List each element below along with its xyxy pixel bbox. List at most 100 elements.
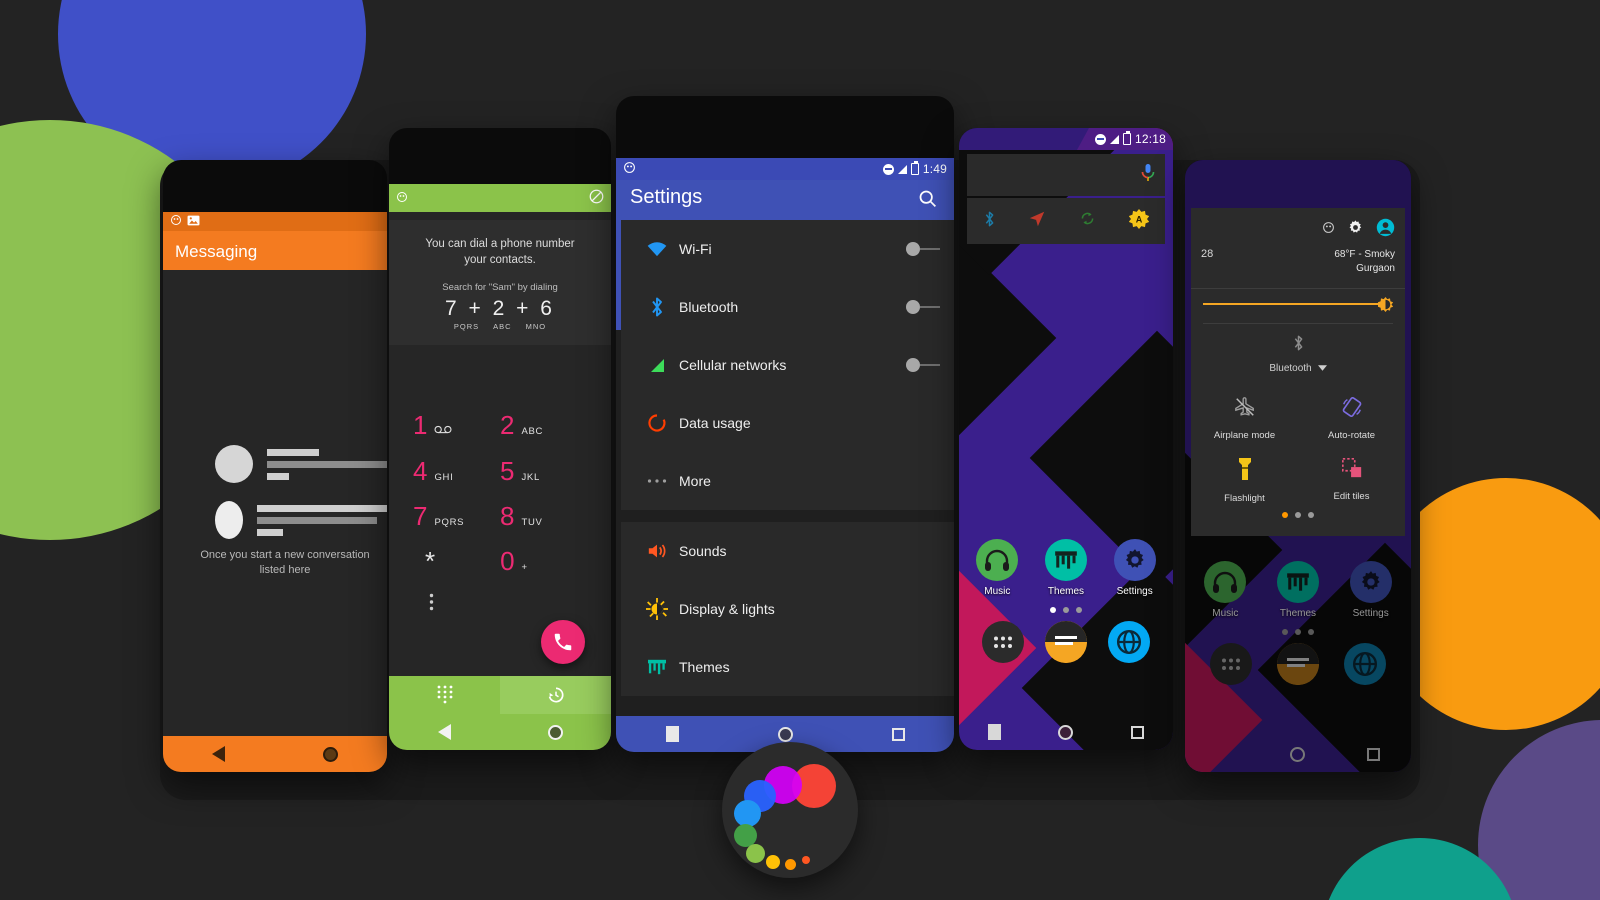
settings-row-wifi[interactable]: Wi-Fi <box>621 220 954 278</box>
bluetooth-icon[interactable] <box>984 210 995 233</box>
sync-icon[interactable] <box>1079 210 1096 232</box>
dialpad-key-2[interactable]: 2 ABC <box>500 412 587 439</box>
letters-mno: MNO <box>525 322 547 331</box>
settings-row-sounds[interactable]: Sounds <box>621 522 954 580</box>
bluetooth-toggle[interactable] <box>906 300 940 314</box>
tile-airplane-mode[interactable]: Airplane mode <box>1191 386 1298 447</box>
headphones-icon <box>985 549 1010 571</box>
page-dot[interactable] <box>1076 607 1082 613</box>
key-letters: TUV <box>521 517 543 528</box>
chevron-down-icon[interactable] <box>1317 363 1327 374</box>
app-music[interactable]: Music <box>1194 561 1256 619</box>
cellular-toggle[interactable] <box>906 358 940 372</box>
settings-screen: 1:49 Settings Wi-Fi Bluetooth Cellular n… <box>616 158 954 752</box>
back-icon[interactable] <box>212 746 225 762</box>
google-mic-icon[interactable] <box>1141 163 1155 187</box>
signal-icon <box>635 358 679 372</box>
phone-messaging: Messaging Once you start a new conversat… <box>163 160 387 772</box>
messaging-app-icon[interactable] <box>1276 643 1319 685</box>
headphones-icon <box>1213 571 1238 593</box>
bluetooth-label-row[interactable]: Bluetooth <box>1191 357 1405 378</box>
browser-app-icon[interactable] <box>1344 643 1387 685</box>
recents-icon[interactable] <box>891 727 905 741</box>
app-settings[interactable]: Settings <box>1340 561 1402 619</box>
page-title: Settings <box>630 186 703 208</box>
app-drawer-button[interactable] <box>981 621 1024 663</box>
dialpad-key-8[interactable]: 8 TUV <box>500 503 587 529</box>
app-label: Themes <box>1047 586 1085 597</box>
page-dot[interactable] <box>1063 607 1069 613</box>
app-themes[interactable]: Themes <box>1035 539 1097 597</box>
battery-icon <box>1122 131 1131 145</box>
home-icon[interactable] <box>777 726 793 742</box>
back-icon[interactable] <box>987 724 1001 740</box>
photo-icon <box>187 215 200 229</box>
dialpad-key-star[interactable]: * <box>413 548 500 574</box>
recents-tab[interactable] <box>500 676 611 714</box>
messaging-statusbar <box>163 212 387 231</box>
dialpad-tab[interactable] <box>389 676 500 714</box>
browser-app-icon[interactable] <box>1108 621 1151 663</box>
settings-row-themes[interactable]: Themes <box>621 638 954 696</box>
settings-row-more[interactable]: More <box>621 452 954 510</box>
page-dot[interactable] <box>1282 629 1288 635</box>
home-icon[interactable] <box>1058 724 1074 740</box>
search-icon[interactable] <box>917 188 938 214</box>
auto-brightness-icon[interactable]: A <box>1128 208 1149 234</box>
back-icon[interactable] <box>665 726 679 742</box>
back-icon[interactable] <box>437 724 451 740</box>
dialpad-overflow-button[interactable] <box>413 593 501 616</box>
bluetooth-detail-row[interactable] <box>1191 324 1405 357</box>
recents-icon[interactable] <box>1131 725 1145 739</box>
page-dot[interactable] <box>1308 629 1314 635</box>
messaging-app-icon[interactable] <box>1044 621 1087 663</box>
letters-pqrs: PQRS <box>453 322 480 331</box>
cyanogenmod-icon[interactable] <box>1322 221 1335 239</box>
home-screen: 12:18 A Music Themes Settings <box>959 128 1173 750</box>
qs-date: 28 <box>1201 248 1214 260</box>
dialpad-key-7[interactable]: 7 PQRS <box>413 503 500 529</box>
call-button[interactable] <box>541 620 585 664</box>
avatar-icon[interactable] <box>1376 218 1395 242</box>
home-icon[interactable] <box>547 724 563 740</box>
tile-edit-tiles[interactable]: Edit tiles <box>1298 447 1405 510</box>
app-settings[interactable]: Settings <box>1104 539 1166 597</box>
location-arrow-icon[interactable] <box>1028 210 1046 233</box>
dialpad-key-0[interactable]: 0 + <box>500 548 587 574</box>
tile-flashlight[interactable]: Flashlight <box>1191 447 1298 510</box>
settings-row-data-usage[interactable]: Data usage <box>621 394 954 452</box>
recents-icon[interactable] <box>1367 747 1381 761</box>
app-drawer-button[interactable] <box>1209 643 1252 685</box>
navbar <box>389 714 611 750</box>
settings-row-display[interactable]: Display & lights <box>621 580 954 638</box>
dialer-screen: You can dial a phone number your contact… <box>389 184 611 750</box>
svg-text:A: A <box>1135 214 1142 224</box>
page-dot[interactable] <box>1295 629 1301 635</box>
settings-row-cellular[interactable]: Cellular networks <box>621 336 954 394</box>
page-dot[interactable] <box>1308 512 1314 518</box>
brightness-slider[interactable] <box>1203 289 1394 319</box>
phone-home: 12:18 A Music Themes Settings <box>959 128 1173 750</box>
home-icon[interactable] <box>323 746 338 762</box>
settings-label: Themes <box>679 659 730 675</box>
page-dot[interactable] <box>1282 512 1288 518</box>
themes-spiral-logo <box>722 742 858 878</box>
settings-row-bluetooth[interactable]: Bluetooth <box>621 278 954 336</box>
search-widget[interactable] <box>967 154 1165 196</box>
weather-info[interactable]: 68°F - Smoky Gurgaon <box>1191 244 1405 288</box>
page-dot[interactable] <box>1050 607 1056 613</box>
app-music[interactable]: Music <box>966 539 1028 597</box>
tile-auto-rotate[interactable]: Auto-rotate <box>1298 386 1405 447</box>
app-themes[interactable]: Themes <box>1267 561 1329 619</box>
dialpad-key-1[interactable]: 1 <box>413 412 500 439</box>
dialpad-key-5[interactable]: 5 JKL <box>500 458 587 484</box>
logo-dot-yellow <box>766 855 780 869</box>
bluetooth-label: Bluetooth <box>1269 363 1312 374</box>
dock-row <box>959 621 1173 668</box>
home-icon[interactable] <box>1290 746 1306 762</box>
dialpad-key-4[interactable]: 4 GHI <box>413 458 500 484</box>
page-dot[interactable] <box>1295 512 1301 518</box>
gear-icon[interactable] <box>1347 219 1364 241</box>
navbar <box>163 736 387 772</box>
wifi-toggle[interactable] <box>906 242 940 256</box>
